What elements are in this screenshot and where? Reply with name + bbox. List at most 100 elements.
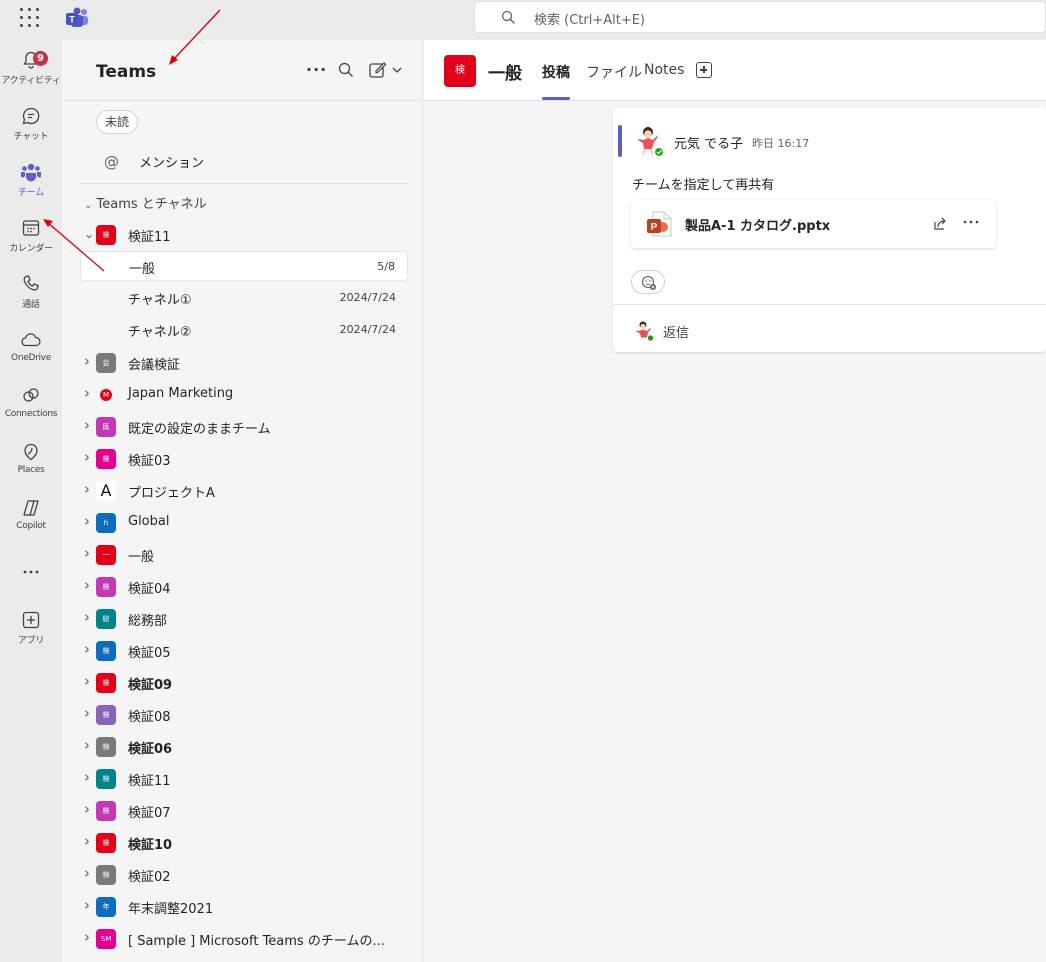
team-item[interactable]: › 検検証09 — [80, 668, 408, 698]
rail-item-chat[interactable]: チャット — [0, 102, 62, 154]
search-box[interactable]: 検索 (Ctrl+Alt+E) — [474, 1, 1046, 33]
more-options-icon[interactable]: ··· — [306, 60, 327, 79]
divider — [613, 304, 1046, 305]
pane-title: Teams — [96, 62, 157, 82]
app-launcher-icon[interactable] — [20, 8, 40, 28]
tab-notes[interactable]: Notes — [644, 62, 684, 78]
team-item[interactable]: › M Japan Marketing — [80, 380, 408, 410]
team-avatar: 年 — [96, 897, 116, 917]
app-rail: 9 アクティビティ チャット チーム カレンダー 通話 OneDrive Con… — [0, 40, 62, 962]
user-avatar — [638, 127, 665, 157]
rail-label: OneDrive — [11, 353, 51, 363]
rail-label: チーム — [18, 188, 44, 198]
unread-filter-chip[interactable]: 未読 — [96, 110, 139, 134]
team-name: [ Sample ] Microsoft Teams のチームの... — [128, 934, 385, 949]
team-item[interactable]: › 検検証06 — [80, 732, 408, 762]
channel-date: 2024/7/24 — [339, 323, 396, 336]
team-item[interactable]: › 検検証03 — [80, 444, 408, 474]
team-avatar: 一 — [96, 545, 116, 565]
team-name: プロジェクトA — [128, 486, 215, 501]
team-item[interactable]: › 年年末調整2021 — [80, 892, 408, 922]
team-name: 検証03 — [128, 454, 171, 469]
channel-item-general[interactable]: 一般 5/8 — [80, 251, 408, 281]
tab-files[interactable]: ファイル — [586, 62, 642, 82]
rail-item-places[interactable]: Places — [0, 438, 62, 490]
chevron-right-icon: › — [84, 416, 90, 434]
chevron-right-icon: › — [84, 352, 90, 370]
chevron-right-icon: › — [84, 832, 90, 850]
rail-label: Places — [17, 465, 45, 475]
rail-more-button[interactable] — [0, 558, 62, 582]
mentions-item[interactable]: @ メンション — [104, 152, 204, 171]
rail-item-connections[interactable]: Connections — [0, 382, 62, 434]
team-avatar: 検 — [96, 705, 116, 725]
rail-label: チャット — [13, 132, 49, 142]
channel-view: 検 一般 投稿 ファイル Notes 元気 でる子 昨日 16:17 チームを指… — [424, 40, 1046, 962]
team-item[interactable]: › 検検証10 — [80, 828, 408, 858]
rail-label: アクティビティ — [1, 76, 61, 86]
team-item[interactable]: › h Global — [80, 508, 408, 538]
team-avatar: A — [96, 481, 116, 501]
channel-name: チャネル① — [128, 293, 192, 308]
team-avatar: SM — [96, 929, 116, 949]
file-name: 製品A-1 カタログ.pptx — [685, 219, 831, 234]
emoji-add-icon — [641, 275, 656, 290]
channel-item[interactable]: チャネル② 2024/7/24 — [80, 315, 408, 345]
team-item[interactable]: › 既既定の設定のままチーム — [80, 412, 408, 442]
team-item[interactable]: › 会会議検証 — [80, 348, 408, 378]
search-input[interactable]: 検索 (Ctrl+Alt+E) — [534, 9, 645, 28]
channel-post: 元気 でる子 昨日 16:17 チームを指定して再共有 P 製品A-1 カタログ… — [613, 108, 1046, 352]
team-name: Japan Marketing — [128, 386, 234, 401]
post-author[interactable]: 元気 でる子 — [674, 133, 743, 152]
team-name: 既定の設定のままチーム — [128, 422, 271, 437]
team-name: 検証06 — [128, 742, 173, 757]
add-reaction-button[interactable] — [631, 270, 665, 294]
team-item[interactable]: › 検検証02 — [80, 860, 408, 890]
search-icon — [338, 62, 353, 77]
team-name: Global — [128, 514, 170, 529]
team-item[interactable]: › 検検証04 — [80, 572, 408, 602]
rail-item-onedrive[interactable]: OneDrive — [0, 326, 62, 378]
reply-button[interactable]: 返信 — [663, 322, 689, 341]
chevron-right-icon: › — [84, 896, 90, 914]
team-avatar: 会 — [96, 353, 116, 373]
rail-item-teams[interactable]: チーム — [0, 158, 62, 210]
teams-list-pane: Teams ··· 未読 @ メンション ⌄ Teams とチャネル ⌄ 検 検証… — [64, 40, 423, 962]
team-item[interactable]: › 検検証07 — [80, 796, 408, 826]
channel-item[interactable]: チャネル① 2024/7/24 — [80, 283, 408, 313]
team-item[interactable]: › 検検証11 — [80, 764, 408, 794]
chevron-right-icon: › — [84, 448, 90, 466]
team-item[interactable]: › 総総務部 — [80, 604, 408, 634]
rail-item-calendar[interactable]: カレンダー — [0, 214, 62, 266]
phone-icon — [23, 275, 39, 291]
team-item[interactable]: › 検検証08 — [80, 700, 408, 730]
channel-date: 2024/7/24 — [339, 291, 396, 304]
rail-item-activity[interactable]: 9 アクティビティ — [0, 46, 62, 98]
post-text: チームを指定して再共有 — [632, 178, 775, 193]
rail-item-calls[interactable]: 通話 — [0, 270, 62, 322]
team-item[interactable]: › 一一般 — [80, 540, 408, 570]
add-tab-icon[interactable] — [696, 62, 712, 78]
share-icon[interactable] — [932, 216, 948, 232]
divider — [64, 100, 423, 101]
tab-posts[interactable]: 投稿 — [542, 62, 570, 82]
apps-add-icon — [22, 611, 40, 629]
section-label: Teams とチャネル — [96, 197, 207, 212]
new-item-button[interactable] — [369, 61, 403, 83]
team-avatar: 検 — [96, 577, 116, 597]
team-avatar: 検 — [96, 769, 116, 789]
team-name: 検証11 — [128, 230, 171, 245]
team-item-expanded[interactable]: ⌄ 検 検証11 — [80, 220, 408, 250]
file-attachment-card[interactable]: P 製品A-1 カタログ.pptx — [631, 200, 996, 248]
more-options-icon[interactable] — [963, 218, 979, 226]
filter-search-button[interactable] — [338, 62, 354, 82]
rail-label: カレンダー — [9, 244, 53, 254]
team-avatar: 検 — [96, 801, 116, 821]
team-item[interactable]: › A プロジェクトA — [80, 476, 408, 506]
teams-and-channels-header[interactable]: ⌄ Teams とチャネル — [84, 193, 207, 212]
rail-item-apps[interactable]: アプリ — [0, 606, 62, 658]
team-item[interactable]: › 検検証05 — [80, 636, 408, 666]
rail-item-copilot[interactable]: Copilot — [0, 494, 62, 546]
chevron-right-icon: › — [84, 736, 90, 754]
team-item[interactable]: › SM [ Sample ] Microsoft Teams のチームの... — [80, 924, 408, 954]
